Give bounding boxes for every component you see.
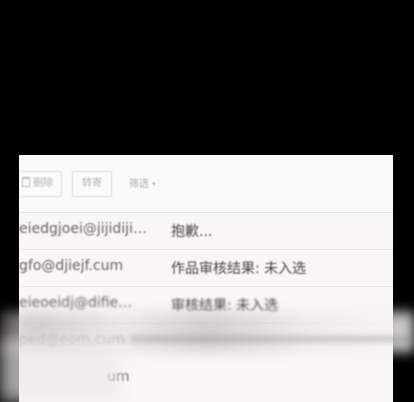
email-sender: ped@eom.cum (19, 332, 125, 348)
email-subject: 作品审核结果: 未入选 (171, 261, 307, 277)
email-sender: eiedgjoei@jijidiji… (19, 221, 147, 237)
email-subject: 审核结果: 未入选 (171, 298, 279, 314)
chevron-down-icon: ▾ (152, 180, 156, 188)
email-row[interactable]: eieoeidj@difie… 审核结果: 未入选 (19, 286, 393, 324)
delete-label: 删除 (33, 178, 53, 189)
email-sender: gfo@djiejf.cum (19, 258, 124, 274)
filter-dropdown[interactable]: 筛选 ▾ (129, 171, 156, 197)
email-sender: eieoeidj@difie… (19, 295, 133, 311)
email-list-panel: 删除 转寄 筛选 ▾ eiedgjoei@jijidiji… 抱歉... gfo@… (19, 155, 393, 402)
email-subject: 抱歉... (171, 224, 213, 240)
delete-button[interactable]: 删除 (19, 171, 62, 197)
email-row[interactable]: ped@eom.cum (19, 323, 393, 360)
email-row[interactable]: eiedgjoei@jijidiji… 抱歉... (19, 212, 393, 250)
trash-icon (22, 177, 30, 187)
email-sender: um (107, 369, 130, 385)
forward-button[interactable]: 转寄 (72, 171, 112, 197)
mail-toolbar: 删除 转寄 筛选 ▾ (19, 155, 393, 213)
forward-label: 转寄 (82, 178, 102, 189)
email-row[interactable]: um (19, 360, 393, 397)
filter-label: 筛选 (129, 179, 149, 190)
email-row[interactable]: gfo@djiejf.cum 作品审核结果: 未入选 (19, 249, 393, 287)
